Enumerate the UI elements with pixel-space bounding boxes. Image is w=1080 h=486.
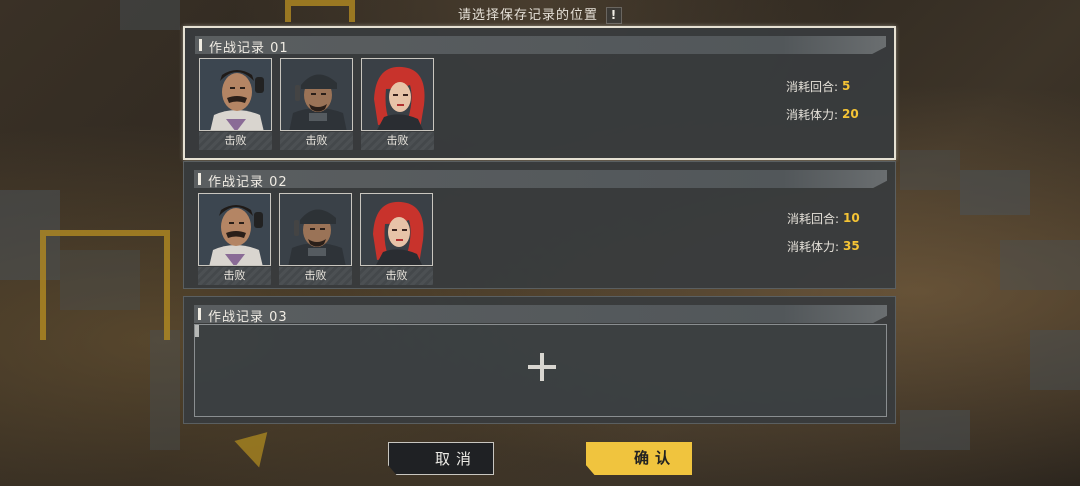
red-haired-woman-portrait <box>360 193 433 266</box>
record-title-bar: 作战记录 03 <box>194 305 887 323</box>
waypoint-marker-icon <box>234 432 276 472</box>
turns-value: 10 <box>843 211 860 225</box>
status-defeated: 击败 <box>361 132 434 150</box>
turns-value: 5 <box>842 79 851 93</box>
record-title: 作战记录 01 <box>209 41 289 56</box>
turns-consumed: 消耗回合: 10 <box>787 204 865 232</box>
stamina-value: 35 <box>843 239 860 253</box>
turns-consumed: 消耗回合: 5 <box>786 72 864 100</box>
record-slot-02[interactable]: 作战记录 02 击败 击败 击败 消耗回合: 10 消耗体力: 35 <box>183 161 896 289</box>
record-slot-03[interactable]: 作战记录 03 <box>183 296 896 424</box>
mustached-man-portrait <box>199 58 272 131</box>
cap-soldier-portrait <box>279 193 352 266</box>
status-defeated: 击败 <box>280 132 353 150</box>
stamina-consumed: 消耗体力: 35 <box>787 232 865 260</box>
unit-card: 击败 <box>361 58 434 150</box>
header-title: 请选择保存记录的位置 <box>457 8 598 23</box>
unit-card: 击败 <box>360 193 433 285</box>
record-title: 作战记录 03 <box>208 310 288 325</box>
record-stats: 消耗回合: 10 消耗体力: 35 <box>787 204 865 260</box>
unit-card: 击败 <box>199 58 272 150</box>
record-stats: 消耗回合: 5 消耗体力: 20 <box>786 72 864 128</box>
status-defeated: 击败 <box>199 132 272 150</box>
red-haired-woman-portrait <box>361 58 434 131</box>
record-title-bar: 作战记录 01 <box>195 36 886 54</box>
cancel-button[interactable]: 取消 <box>388 442 494 475</box>
plus-icon[interactable] <box>528 353 556 381</box>
stamina-consumed: 消耗体力: 20 <box>786 100 864 128</box>
empty-record-slot[interactable] <box>194 324 887 417</box>
stamina-value: 20 <box>842 107 859 121</box>
unit-card: 击败 <box>279 193 352 285</box>
dialog-header: 请选择保存记录的位置! <box>0 4 1080 24</box>
record-title-bar: 作战记录 02 <box>194 170 887 188</box>
status-defeated: 击败 <box>198 267 271 285</box>
status-defeated: 击败 <box>360 267 433 285</box>
unit-card: 击败 <box>280 58 353 150</box>
record-slot-01[interactable]: 作战记录 01 击败 击败 击败 消耗回合: 5 消耗体力: 20 <box>183 26 896 160</box>
mustached-man-portrait <box>198 193 271 266</box>
record-title: 作战记录 02 <box>208 175 288 190</box>
unit-card: 击败 <box>198 193 271 285</box>
confirm-button[interactable]: 确认 <box>586 442 692 475</box>
info-icon[interactable]: ! <box>606 7 622 24</box>
cap-soldier-portrait <box>280 58 353 131</box>
status-defeated: 击败 <box>279 267 352 285</box>
